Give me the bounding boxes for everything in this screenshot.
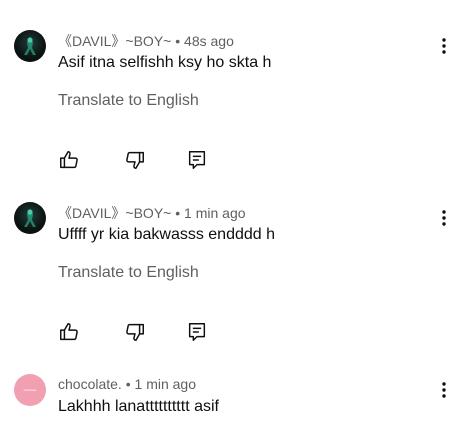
reply-button[interactable] xyxy=(186,149,208,171)
comment-meta: chocolate. • 1 min ago xyxy=(58,376,196,392)
comment-time: 1 min ago xyxy=(134,376,196,392)
comment-actions xyxy=(58,321,218,343)
more-vert-icon xyxy=(442,382,446,398)
separator-dot: • xyxy=(175,33,181,49)
avatar-label: chocolate xyxy=(23,388,37,392)
comment-text: Lakhhh lanatttttttttt asif xyxy=(58,398,219,415)
thumbs-up-icon xyxy=(60,151,78,169)
author-name[interactable]: chocolate. xyxy=(58,376,122,392)
comment-text: Uffff yr kia bakwasss endddd h xyxy=(58,226,276,243)
more-vert-icon xyxy=(442,38,446,54)
comment-actions xyxy=(58,149,218,171)
thumbs-down-icon xyxy=(126,151,144,169)
like-button[interactable] xyxy=(58,321,80,343)
author-name[interactable]: 《DAVIL》~BOY~ xyxy=(58,205,171,221)
thumbs-down-icon xyxy=(126,323,144,341)
more-options-button[interactable] xyxy=(435,36,453,56)
reply-icon xyxy=(188,151,206,169)
more-options-button[interactable] xyxy=(435,208,453,228)
avatar[interactable] xyxy=(14,202,46,234)
comment-meta: 《DAVIL》~BOY~ • 1 min ago xyxy=(58,203,246,223)
translate-link[interactable]: Translate to English xyxy=(58,92,199,110)
more-options-button[interactable] xyxy=(435,380,453,400)
reply-icon xyxy=(188,323,206,341)
thumbs-up-icon xyxy=(60,323,78,341)
reply-button[interactable] xyxy=(186,321,208,343)
author-name[interactable]: 《DAVIL》~BOY~ xyxy=(58,33,171,49)
translate-link[interactable]: Translate to English xyxy=(58,264,199,282)
avatar[interactable]: chocolate xyxy=(14,374,46,406)
separator-dot: • xyxy=(175,205,181,221)
like-button[interactable] xyxy=(58,149,80,171)
comment-time: 48s ago xyxy=(184,33,234,49)
comment-meta: 《DAVIL》~BOY~ • 48s ago xyxy=(58,31,234,51)
dislike-button[interactable] xyxy=(124,149,146,171)
separator-dot: • xyxy=(125,376,131,392)
more-vert-icon xyxy=(442,210,446,226)
avatar[interactable] xyxy=(14,30,46,62)
comment-text: Asif itna selfishh ksy ho skta h xyxy=(58,54,272,71)
comment-time: 1 min ago xyxy=(184,205,246,221)
dislike-button[interactable] xyxy=(124,321,146,343)
